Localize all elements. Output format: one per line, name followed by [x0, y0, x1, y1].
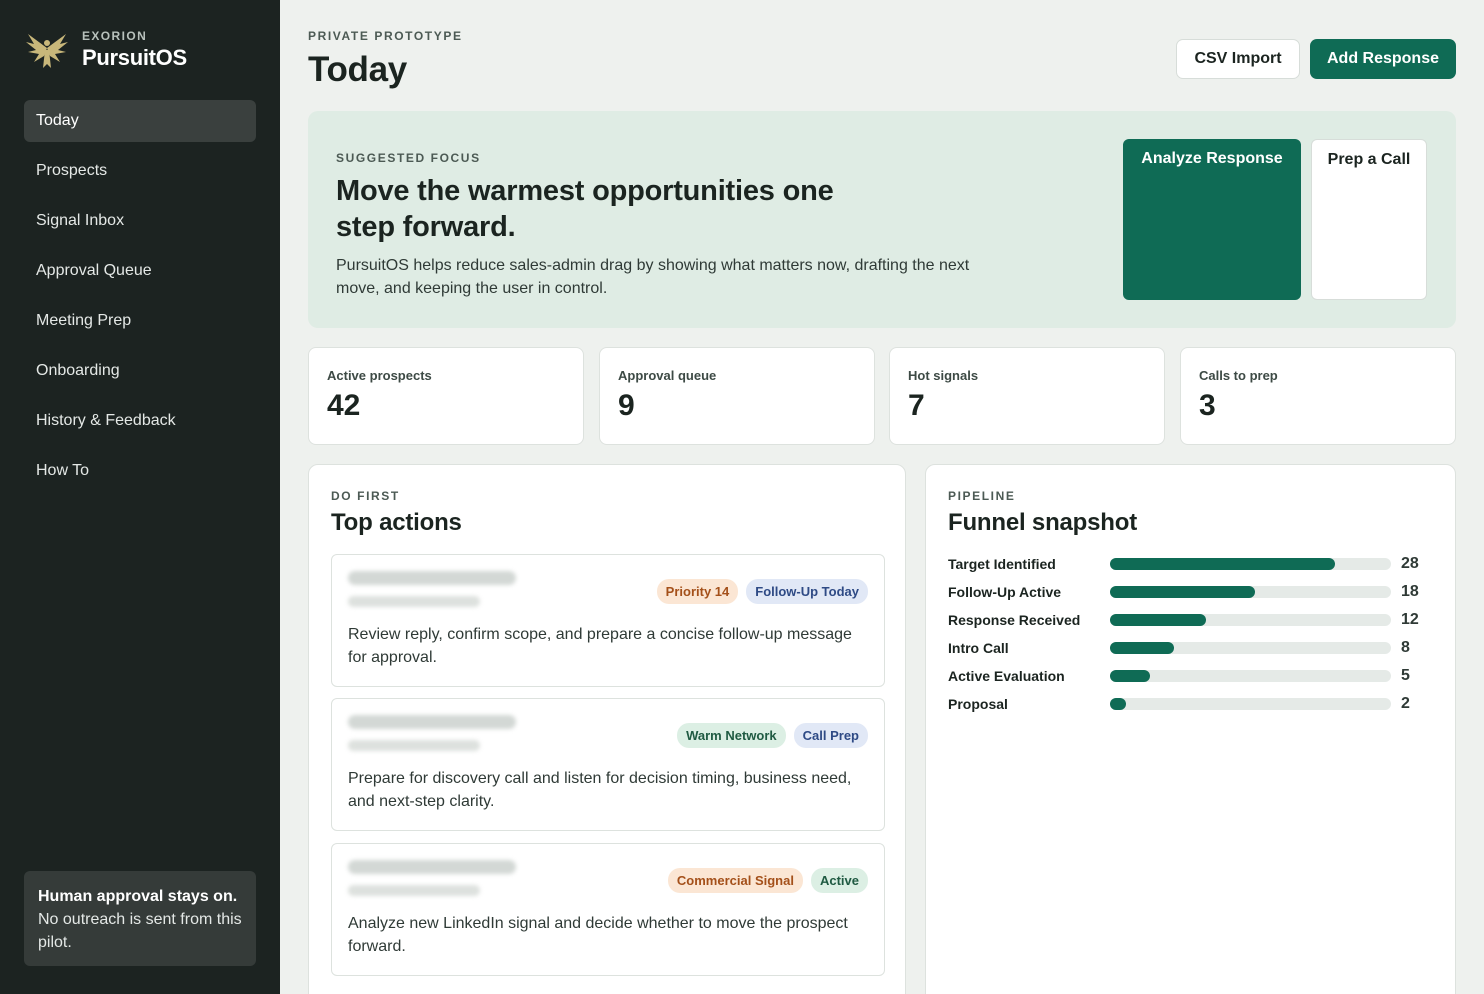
- actions-title: Top actions: [331, 509, 462, 536]
- csv-import-button[interactable]: CSV Import: [1176, 39, 1300, 79]
- prep-call-button[interactable]: Prep a Call: [1311, 139, 1427, 300]
- brand-company: EXORION: [82, 29, 148, 43]
- action-tags: Priority 14 Follow-Up Today: [656, 579, 868, 604]
- tag-follow-up-today: Follow-Up Today: [746, 579, 868, 604]
- header-eyebrow: PRIVATE PROTOTYPE: [308, 29, 463, 43]
- top-actions-panel: DO FIRST Top actions Priority 14 Follow-…: [308, 464, 906, 994]
- tag-priority: Priority 14: [656, 579, 739, 604]
- funnel-track: [1110, 642, 1391, 654]
- funnel-value: 8: [1401, 639, 1410, 656]
- metric-value: 7: [908, 389, 925, 422]
- funnel-bar: [1110, 698, 1127, 710]
- tag-active: Active: [810, 868, 868, 893]
- tag-call-prep: Call Prep: [793, 723, 868, 748]
- sidebar-item-signal-inbox[interactable]: Signal Inbox: [24, 200, 256, 242]
- add-response-button[interactable]: Add Response: [1310, 39, 1456, 79]
- funnel-track: [1110, 698, 1391, 710]
- sidebar-item-prospects[interactable]: Prospects: [24, 150, 256, 192]
- funnel-label: Proposal: [948, 696, 1008, 712]
- tag-commercial-signal: Commercial Signal: [667, 868, 803, 893]
- funnel-value: 28: [1401, 555, 1419, 572]
- funnel-value: 12: [1401, 611, 1419, 628]
- funnel-bar: [1110, 670, 1151, 682]
- funnel-track: [1110, 670, 1391, 682]
- action-card[interactable]: Commercial Signal Active Analyze new Lin…: [331, 843, 885, 976]
- metric-value: 9: [618, 389, 635, 422]
- funnel-title: Funnel snapshot: [948, 509, 1138, 536]
- funnel-eyebrow: PIPELINE: [948, 489, 1016, 503]
- sidebar-item-approval-queue[interactable]: Approval Queue: [24, 250, 256, 292]
- redacted-name: [348, 571, 516, 585]
- funnel-track: [1110, 586, 1391, 598]
- funnel-panel: PIPELINE Funnel snapshot Target Identifi…: [925, 464, 1456, 994]
- funnel-value: 18: [1401, 583, 1419, 600]
- metric-approval-queue: Approval queue 9: [599, 347, 875, 445]
- tag-warm-network: Warm Network: [677, 723, 786, 748]
- funnel-row-follow-up-active: Follow-Up Active 18: [948, 582, 1428, 602]
- redacted-name: [348, 715, 516, 729]
- metric-calls-to-prep: Calls to prep 3: [1180, 347, 1456, 445]
- redacted-company: [348, 885, 480, 896]
- metric-value: 42: [327, 389, 361, 422]
- action-text: Prepare for discovery call and listen fo…: [348, 770, 852, 810]
- funnel-row-response-received: Response Received 12: [948, 610, 1428, 630]
- action-tags: Warm Network Call Prep: [677, 723, 868, 748]
- funnel-row-intro-call: Intro Call 8: [948, 638, 1428, 658]
- action-card[interactable]: Priority 14 Follow-Up Today Review reply…: [331, 554, 885, 687]
- metric-label: Approval queue: [618, 368, 717, 383]
- funnel-track: [1110, 558, 1391, 570]
- redacted-company: [348, 740, 480, 751]
- action-card[interactable]: Warm Network Call Prep Prepare for disco…: [331, 698, 885, 831]
- metric-label: Hot signals: [908, 368, 979, 383]
- funnel-label: Response Received: [948, 612, 1081, 628]
- sidebar-item-today[interactable]: Today: [24, 100, 256, 142]
- sidebar-item-onboarding[interactable]: Onboarding: [24, 350, 256, 392]
- funnel-value: 5: [1401, 667, 1410, 684]
- funnel-bar: [1110, 642, 1175, 654]
- focus-description: PursuitOS helps reduce sales-admin drag …: [336, 257, 970, 297]
- redacted-name: [348, 860, 516, 874]
- approval-note: Human approval stays on. No outreach is …: [24, 871, 256, 966]
- approval-note-body: No outreach is sent from this pilot.: [38, 911, 242, 951]
- brand-product: PursuitOS: [82, 45, 187, 70]
- funnel-row-active-evaluation: Active Evaluation 5: [948, 666, 1428, 686]
- action-text: Analyze new LinkedIn signal and decide w…: [348, 915, 848, 955]
- metric-label: Calls to prep: [1199, 368, 1278, 383]
- action-text: Review reply, confirm scope, and prepare…: [348, 626, 852, 666]
- metric-label: Active prospects: [327, 368, 432, 383]
- action-tags: Commercial Signal Active: [667, 868, 868, 893]
- funnel-label: Active Evaluation: [948, 668, 1065, 684]
- approval-note-title: Human approval stays on.: [38, 888, 238, 905]
- brand[interactable]: EXORION PursuitOS: [24, 28, 187, 72]
- suggested-focus-card: SUGGESTED FOCUS Move the warmest opportu…: [308, 111, 1456, 328]
- brand-text: EXORION PursuitOS: [82, 29, 187, 71]
- funnel-bar: [1110, 614, 1207, 626]
- focus-title: Move the warmest opportunities one step …: [336, 175, 834, 243]
- phoenix-logo-icon: [26, 34, 68, 68]
- sidebar-nav: Today Prospects Signal Inbox Approval Qu…: [24, 100, 256, 500]
- sidebar-item-history-feedback[interactable]: History & Feedback: [24, 400, 256, 442]
- funnel-label: Intro Call: [948, 640, 1009, 656]
- funnel-value: 2: [1401, 695, 1410, 712]
- funnel-track: [1110, 614, 1391, 626]
- sidebar-item-how-to[interactable]: How To: [24, 450, 256, 492]
- page-title: Today: [308, 50, 407, 89]
- funnel-row-target-identified: Target Identified 28: [948, 554, 1428, 574]
- actions-eyebrow: DO FIRST: [331, 489, 400, 503]
- metric-hot-signals: Hot signals 7: [889, 347, 1165, 445]
- sidebar: EXORION PursuitOS Today Prospects Signal…: [0, 0, 280, 994]
- funnel-bar: [1110, 558, 1335, 570]
- sidebar-item-meeting-prep[interactable]: Meeting Prep: [24, 300, 256, 342]
- main-content: PRIVATE PROTOTYPE Today CSV Import Add R…: [308, 0, 1456, 994]
- funnel-bar: [1110, 586, 1255, 598]
- funnel-label: Follow-Up Active: [948, 584, 1062, 600]
- focus-eyebrow: SUGGESTED FOCUS: [336, 151, 481, 165]
- metric-active-prospects: Active prospects 42: [308, 347, 584, 445]
- metric-value: 3: [1199, 389, 1216, 422]
- funnel-row-proposal: Proposal 2: [948, 694, 1428, 714]
- redacted-company: [348, 596, 480, 607]
- analyze-response-button[interactable]: Analyze Response: [1123, 139, 1301, 300]
- funnel-label: Target Identified: [948, 556, 1056, 572]
